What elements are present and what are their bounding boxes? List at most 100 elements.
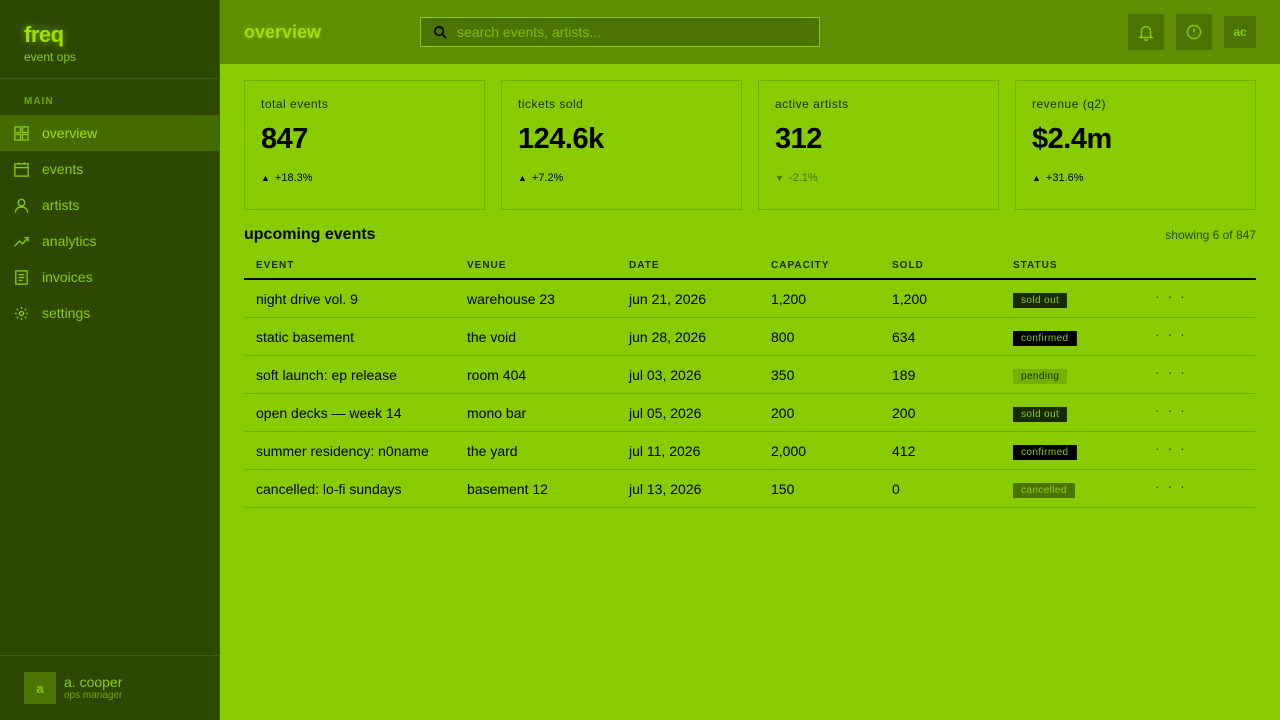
table-row[interactable]: summer residency: n0name the yard jul 11, … — [244, 432, 1256, 470]
column-header-status[interactable]: STATUS — [1013, 260, 1155, 271]
search-input[interactable] — [457, 24, 797, 40]
row-actions-button[interactable]: · · · — [1155, 326, 1256, 348]
cell-venue: the void — [467, 328, 517, 345]
table-row[interactable]: cancelled: lo-fi sundays basement 12 jul 1… — [244, 470, 1256, 508]
account-avatar-button[interactable]: ac — [1224, 16, 1256, 48]
notifications-button[interactable] — [1128, 14, 1164, 50]
kpi-label: active artists — [775, 97, 849, 111]
cell-capacity: 350 — [771, 366, 795, 383]
kpi-delta: ▲ +7.2% — [518, 172, 725, 184]
table-row[interactable]: open decks — week 14 mono bar jul 05, 2026… — [244, 394, 1256, 432]
cell-sold: 189 — [892, 366, 916, 383]
cell-event: summer residency: n0name — [256, 442, 429, 459]
status-badge: cancelled — [1013, 482, 1075, 498]
cell-event: open decks — week 14 — [256, 404, 402, 421]
kpi-delta-value: -2.1% — [788, 172, 818, 184]
cell-capacity: 1,200 — [771, 290, 807, 307]
bell-icon — [1138, 25, 1154, 41]
brand-logo[interactable]: freq — [24, 22, 195, 48]
status-badge: confirmed — [1013, 444, 1077, 460]
triangle-up-icon: ▲ — [261, 173, 270, 183]
cell-status: confirmed — [1013, 442, 1155, 460]
sidebar-item-artists[interactable]: artists — [0, 187, 219, 223]
cell-event: static basement — [256, 328, 355, 345]
search-icon — [434, 25, 447, 39]
grid-icon — [12, 124, 30, 142]
kpi-card-tickets-sold: tickets sold 124.6k ▲ +7.2% — [501, 80, 742, 210]
cell-status: sold out — [1013, 290, 1155, 308]
cell-status: cancelled — [1013, 480, 1155, 498]
sidebar-item-overview[interactable]: overview — [0, 115, 219, 151]
status-badge: sold out — [1013, 292, 1068, 308]
cell-sold: 200 — [892, 404, 916, 421]
kpi-value: 847 — [261, 123, 308, 155]
row-actions-button[interactable]: · · · — [1155, 402, 1256, 424]
triangle-down-icon: ▼ — [775, 173, 784, 183]
kpi-value: 124.6k — [518, 123, 604, 155]
triangle-up-icon: ▲ — [518, 173, 527, 183]
column-header-sold[interactable]: SOLD — [892, 260, 1013, 271]
table-title: upcoming events — [244, 226, 376, 243]
kpi-value: $2.4m — [1032, 123, 1112, 155]
kpi-delta-value: +18.3% — [274, 172, 313, 184]
row-actions-button[interactable]: · · · — [1155, 440, 1256, 462]
table-row[interactable]: soft launch: ep release room 404 jul 03, 2… — [244, 356, 1256, 394]
column-header-actions — [1155, 262, 1256, 268]
cell-venue: mono bar — [467, 404, 527, 421]
cell-sold: 634 — [892, 328, 916, 345]
kpi-delta: ▼ -2.1% — [775, 172, 982, 184]
cell-event: cancelled: lo-fi sundays — [256, 480, 402, 497]
kpi-label: revenue (q2) — [1032, 97, 1107, 111]
brand: freq event ops — [0, 0, 219, 79]
kpi-delta: ▲ +18.3% — [261, 172, 468, 184]
column-header-venue[interactable]: VENUE — [467, 260, 629, 271]
status-badge: confirmed — [1013, 330, 1077, 346]
sidebar-item-events[interactable]: events — [0, 151, 219, 187]
kpi-label: total events — [261, 97, 329, 111]
column-header-capacity[interactable]: CAPACITY — [771, 260, 892, 271]
kpi-card-revenue: revenue (q2) $2.4m ▲ +31.6% — [1015, 80, 1256, 210]
cell-sold: 412 — [892, 442, 916, 459]
column-header-event[interactable]: EVENT — [244, 260, 467, 271]
gear-icon — [12, 304, 30, 322]
sidebar-item-label: artists — [42, 197, 80, 213]
cell-sold: 0 — [892, 480, 900, 497]
calendar-icon — [12, 160, 30, 178]
cell-venue: the yard — [467, 442, 518, 459]
cell-capacity: 200 — [771, 404, 795, 421]
search-box[interactable] — [420, 17, 820, 47]
sidebar-item-label: events — [42, 161, 84, 177]
row-actions-button[interactable]: · · · — [1155, 364, 1256, 386]
avatar: a — [24, 672, 56, 704]
cell-date: jul 03, 2026 — [629, 366, 702, 383]
row-actions-button[interactable]: · · · — [1155, 288, 1256, 310]
cell-event: soft launch: ep release — [256, 366, 397, 383]
sidebar-item-settings[interactable]: settings — [0, 295, 219, 331]
kpi-delta-value: +7.2% — [531, 172, 564, 184]
cell-date: jun 21, 2026 — [629, 290, 707, 307]
cell-status: pending — [1013, 366, 1155, 384]
sidebar-item-label: invoices — [42, 269, 93, 285]
kpi-delta: ▲ +31.6% — [1032, 172, 1239, 184]
table-row[interactable]: night drive vol. 9 warehouse 23 jun 21, 20… — [244, 280, 1256, 318]
table-count: showing 6 of 847 — [1165, 228, 1256, 242]
cell-status: confirmed — [1013, 328, 1155, 346]
cell-sold: 1,200 — [892, 290, 928, 307]
column-header-date[interactable]: DATE — [629, 260, 771, 271]
kpi-label: tickets sold — [518, 97, 584, 111]
table-row[interactable]: static basement the void jun 28, 2026 800 63… — [244, 318, 1256, 356]
cell-date: jul 13, 2026 — [629, 480, 702, 497]
cell-venue: basement 12 — [467, 480, 548, 497]
trend-icon — [12, 232, 30, 250]
page-title: overview — [244, 22, 322, 42]
cell-capacity: 150 — [771, 480, 795, 497]
sidebar-item-invoices[interactable]: invoices — [0, 259, 219, 295]
kpi-card-active-artists: active artists 312 ▼ -2.1% — [758, 80, 999, 210]
kpi-card-total-events: total events 847 ▲ +18.3% — [244, 80, 485, 210]
user-profile[interactable]: a a. cooper ops manager — [0, 655, 219, 720]
row-actions-button[interactable]: · · · — [1155, 478, 1256, 500]
sidebar-item-analytics[interactable]: analytics — [0, 223, 219, 259]
status-badge: pending — [1013, 368, 1068, 384]
user-icon — [12, 196, 30, 214]
info-button[interactable] — [1176, 14, 1212, 50]
